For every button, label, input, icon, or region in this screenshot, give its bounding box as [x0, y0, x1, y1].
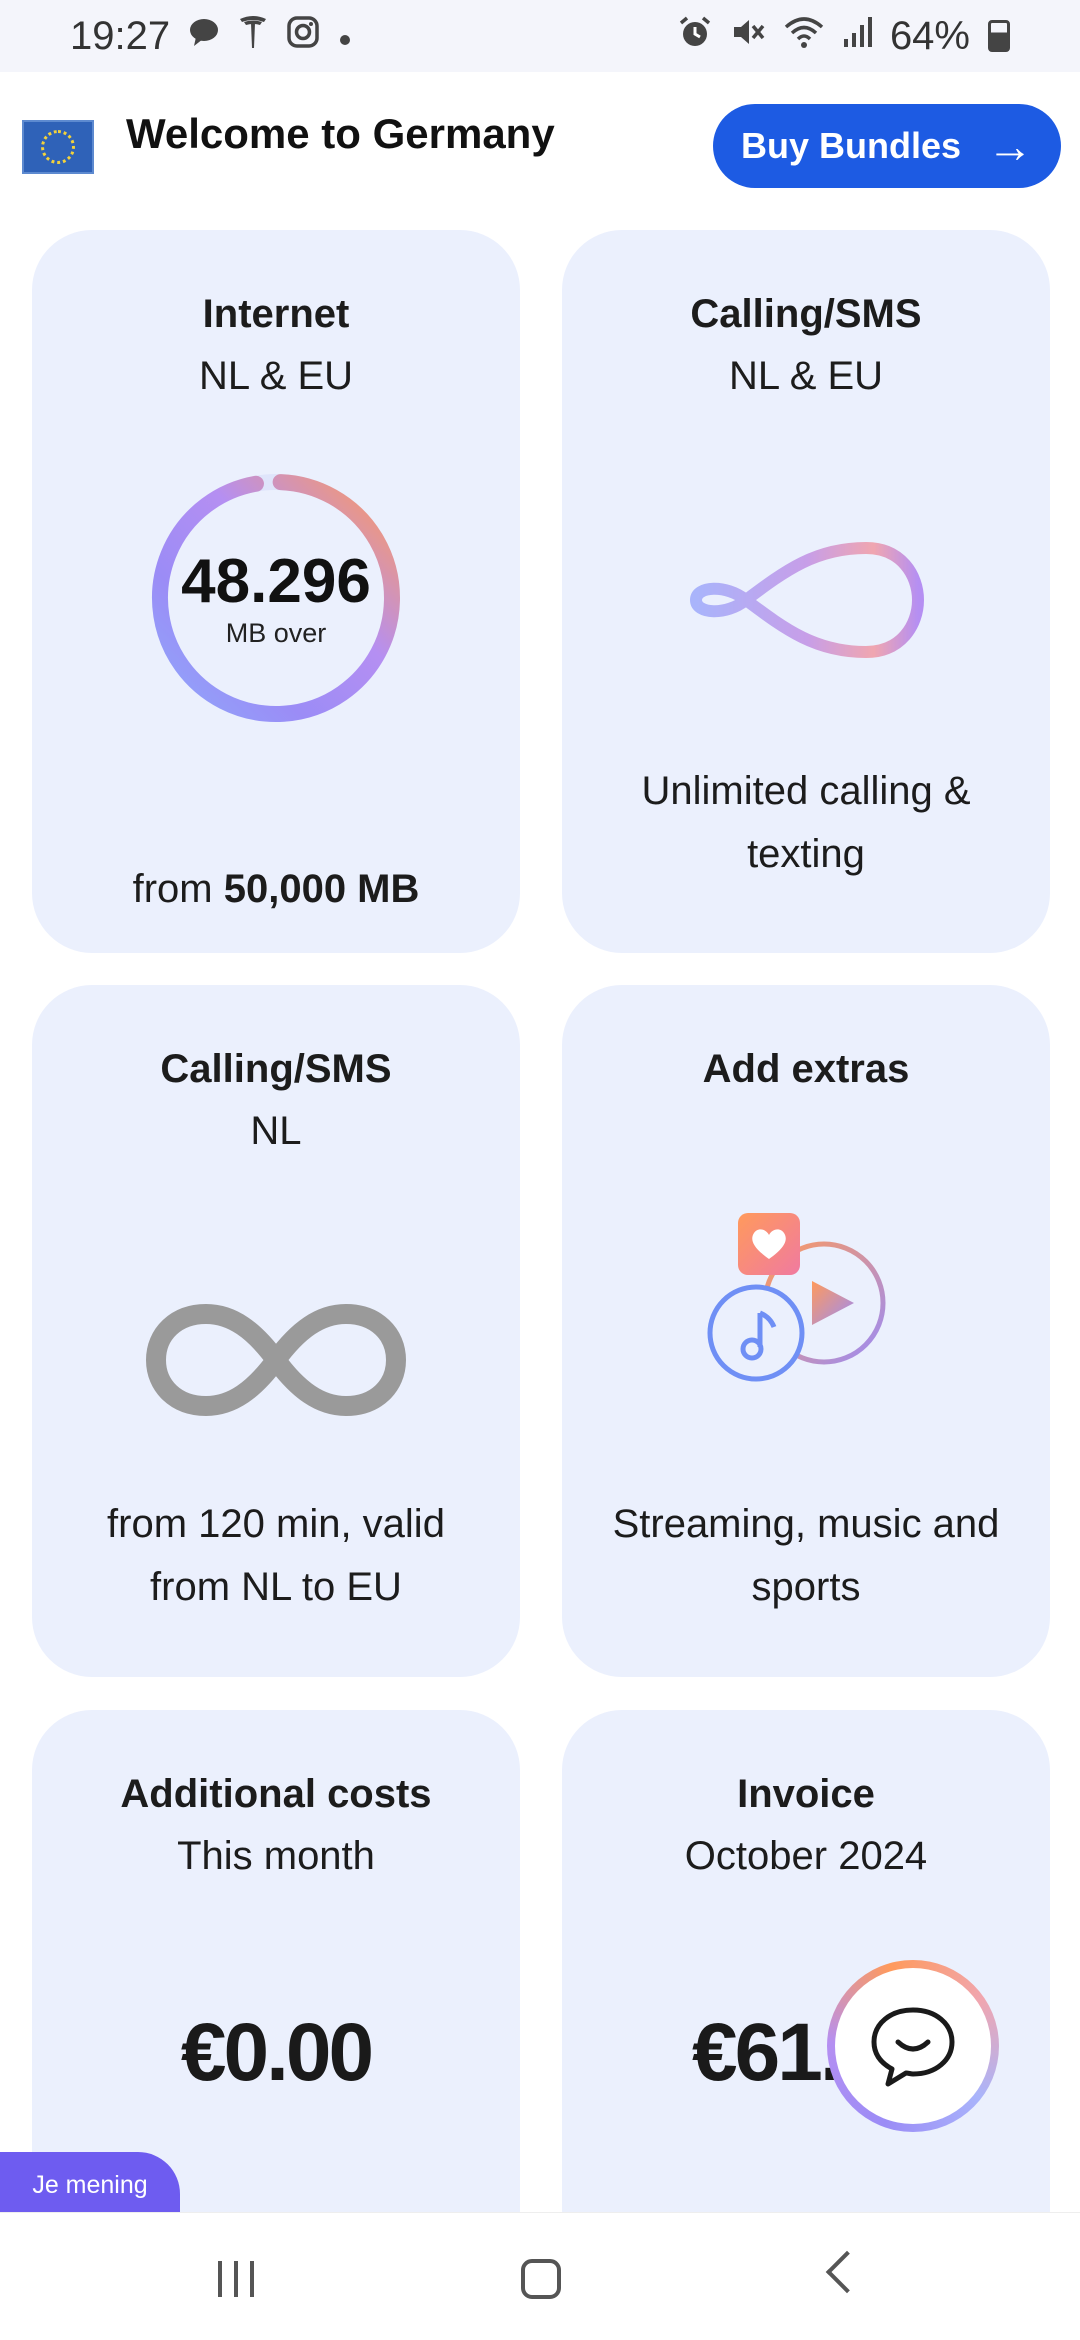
arrow-right-icon: → — [987, 120, 1034, 172]
battery-icon — [988, 20, 1010, 52]
wifi-icon — [784, 15, 824, 58]
internet-card[interactable]: Internet NL & EU 48.296 MB over from 50,… — [32, 230, 520, 953]
alarm-icon — [678, 15, 712, 58]
card-title: Additional costs — [120, 1772, 432, 1816]
calling-nl-card[interactable]: Calling/SMS NL from 120 min, valid from … — [32, 985, 520, 1677]
data-usage-ring: 48.296 MB over — [146, 468, 406, 728]
card-subtitle: October 2024 — [684, 1834, 928, 1878]
media-extras-icon — [704, 1203, 914, 1408]
calling-eu-description: Unlimited calling & texting — [641, 769, 971, 876]
allowance-prefix: from — [132, 867, 224, 911]
page-title: Welcome to Germany — [126, 110, 555, 157]
add-extras-card[interactable]: Add extras Streaming, music and sports — [562, 985, 1050, 1677]
card-subtitle: NL — [250, 1109, 302, 1153]
mute-icon — [730, 15, 766, 58]
battery-percent: 64% — [889, 13, 970, 58]
back-button[interactable] — [825, 2250, 869, 2294]
calling-eu-card[interactable]: Calling/SMS NL & EU Unlimited calling & … — [562, 230, 1050, 953]
card-title: Calling/SMS — [690, 292, 922, 336]
invoice-amount: €61. — [692, 2007, 843, 2098]
feedback-label: Je mening — [32, 2170, 148, 2199]
infinity-gradient-icon — [686, 540, 926, 665]
chat-bubble-icon — [188, 17, 220, 56]
system-nav-bar — [0, 2212, 1080, 2340]
signal-icon — [842, 15, 872, 58]
feedback-tab[interactable]: Je mening — [0, 2152, 180, 2218]
card-subtitle: This month — [177, 1834, 375, 1878]
dot-icon — [338, 17, 352, 56]
allowance-amount: 50,000 — [223, 867, 347, 911]
chat-icon — [871, 2007, 955, 2087]
internet-allowance: from 50,000 MB — [62, 858, 490, 921]
app-header: Welcome to Germany Buy Bundles → — [0, 72, 1080, 222]
buy-bundles-button[interactable]: Buy Bundles → — [713, 104, 1061, 188]
status-bar: 19:27 64% — [0, 0, 1080, 72]
status-bar-left: 19:27 — [70, 14, 352, 59]
recents-button[interactable] — [218, 2261, 254, 2297]
allowance-unit: MB — [346, 867, 420, 911]
buy-bundles-label: Buy Bundles — [740, 125, 962, 166]
home-button[interactable] — [521, 2259, 561, 2299]
status-bar-right: 64% — [678, 14, 1010, 59]
card-title: Invoice — [737, 1772, 875, 1816]
card-subtitle: NL & EU — [728, 354, 884, 398]
card-title: Calling/SMS — [160, 1047, 392, 1091]
clock: 19:27 — [70, 13, 171, 58]
remaining-data-unit: MB over — [225, 618, 327, 648]
calling-nl-description: from 120 min, valid from NL to EU — [107, 1502, 445, 1609]
card-title: Internet — [202, 292, 350, 336]
eu-flag-icon — [22, 120, 94, 174]
card-title: Add extras — [702, 1047, 910, 1091]
instagram-icon — [286, 15, 320, 58]
card-subtitle: NL & EU — [198, 354, 354, 398]
tesla-icon — [238, 15, 268, 58]
additional-costs-amount: €0.00 — [180, 2007, 374, 2098]
remaining-data-value: 48.296 — [181, 547, 371, 616]
chat-button[interactable] — [827, 1960, 999, 2132]
infinity-gray-icon — [142, 1300, 410, 1425]
extras-description: Streaming, music and sports — [612, 1502, 1000, 1609]
